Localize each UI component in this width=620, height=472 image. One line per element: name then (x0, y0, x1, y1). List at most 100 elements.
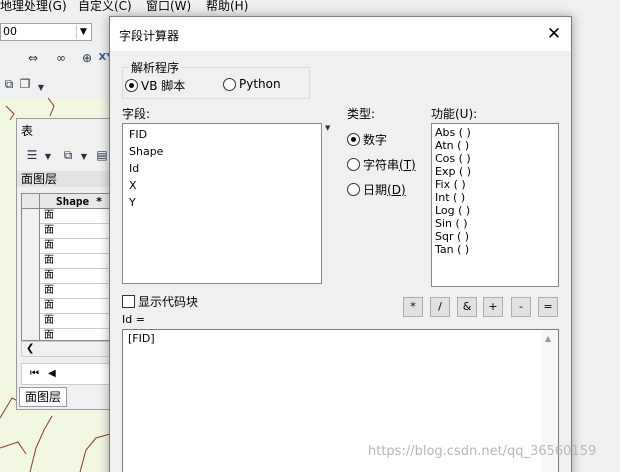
scale-value: 00 (3, 25, 17, 38)
table-row[interactable]: 面 (22, 254, 110, 269)
function-item-atn[interactable]: Atn ( ) (435, 139, 469, 152)
subtract-button[interactable]: - (511, 297, 531, 317)
layer-tab[interactable]: 面图层 (19, 387, 67, 407)
field-item-fid[interactable]: FID (129, 128, 147, 141)
table-row[interactable]: 面 (22, 284, 110, 299)
row-selector[interactable] (22, 254, 40, 269)
field-calculator-dialog: 字段计算器 ✕ 解析程序 VB 脚本 Python 字段: FID Shape … (109, 16, 572, 472)
expression-value: [FID] (128, 332, 155, 345)
table-panel-title: 表 (21, 124, 34, 138)
radio-selected-icon (125, 79, 138, 92)
table-layer-name: 面图层 (17, 171, 111, 187)
field-item-x[interactable]: X (129, 179, 137, 192)
table-row[interactable]: 面 (22, 314, 110, 329)
parser-python-radio[interactable]: Python (223, 77, 281, 91)
fields-label: 字段: (122, 107, 151, 121)
row-shape-value: 面 (44, 210, 54, 221)
type-label: 类型: (347, 107, 376, 121)
dialog-title: 字段计算器 (119, 29, 180, 43)
multiply-button[interactable]: * (403, 297, 423, 317)
row-selector[interactable] (22, 299, 40, 314)
radio-selected-icon (347, 133, 360, 146)
first-record-icon[interactable]: ⏮ (30, 364, 39, 384)
expression-label: Id = (122, 313, 145, 326)
type-string-radio[interactable]: 字符串 (T) (347, 156, 416, 173)
row-selector[interactable] (22, 284, 40, 299)
parser-vbscript-radio[interactable]: VB 脚本 (125, 77, 185, 94)
dialog-titlebar[interactable]: 字段计算器 ✕ (110, 17, 571, 51)
scale-combobox[interactable]: 00 ▼ (0, 23, 92, 41)
toolbar-dropdown-icon[interactable]: ▼ (32, 80, 50, 96)
type-string-label: 字符串 (363, 158, 400, 172)
chevron-down-icon[interactable]: ▼ (39, 149, 57, 165)
row-selector[interactable] (22, 224, 40, 239)
chevron-down-icon[interactable]: ▼ (75, 149, 93, 165)
scroll-left-icon[interactable]: ❮ (26, 343, 34, 354)
row-selector[interactable] (22, 314, 40, 329)
function-item-cos[interactable]: Cos ( ) (435, 152, 471, 165)
attribute-grid[interactable]: Shape * 面 面 面 面 面 面 面 面 面 (21, 193, 111, 341)
chevron-down-icon: ▼ (76, 25, 90, 39)
add-button[interactable]: + (483, 297, 503, 317)
attribute-table-panel: 表 ☰ ▼ ⧉ ▼ ▤ 面图层 Shape * 面 面 面 面 面 面 面 面 … (16, 118, 111, 410)
equals-button[interactable]: = (538, 297, 558, 317)
table-row[interactable]: 面 (22, 239, 110, 254)
close-icon[interactable]: ✕ (543, 23, 565, 45)
grid-header: Shape * (22, 194, 110, 209)
radio-unselected-icon (347, 183, 360, 196)
divide-button[interactable]: / (430, 297, 450, 317)
select-tool-icon[interactable]: ⊕ (78, 50, 96, 66)
row-selector[interactable] (22, 209, 40, 224)
table-row[interactable]: 面 (22, 269, 110, 284)
function-item-abs[interactable]: Abs ( ) (435, 126, 471, 139)
functions-label: 功能(U): (431, 107, 478, 121)
type-number-label: 数字 (363, 133, 388, 147)
function-item-int[interactable]: Int ( ) (435, 191, 465, 204)
row-shape-value: 面 (44, 255, 54, 266)
function-item-sqr[interactable]: Sqr ( ) (435, 230, 469, 243)
table-row[interactable]: 面 (22, 299, 110, 314)
row-shape-value: 面 (44, 285, 54, 296)
concatenate-button[interactable]: & (457, 297, 477, 317)
binoculars-icon[interactable]: ∞ (52, 50, 70, 66)
function-item-sin[interactable]: Sin ( ) (435, 217, 468, 230)
row-selector[interactable] (22, 239, 40, 254)
type-date-radio[interactable]: 日期 (D) (347, 181, 406, 198)
grid-tool-icon[interactable]: ⇔ (24, 50, 42, 66)
field-item-id[interactable]: Id (129, 162, 139, 175)
fields-listbox[interactable]: FID Shape Id X Y (122, 123, 322, 284)
parser-label: 解析程序 (129, 59, 182, 76)
parser-vbscript-label: VB 脚本 (141, 79, 186, 93)
row-selector[interactable] (22, 269, 40, 284)
horizontal-scrollbar[interactable]: ❮ (21, 341, 111, 357)
function-item-log[interactable]: Log ( ) (435, 204, 470, 217)
type-number-radio[interactable]: 数字 (347, 131, 387, 148)
function-item-exp[interactable]: Exp ( ) (435, 165, 471, 178)
table-row[interactable]: 面 (22, 209, 110, 224)
menu-customize[interactable]: 自定义(C) (78, 0, 132, 13)
fields-dropdown-icon[interactable]: ▼ (325, 124, 330, 132)
menu-help[interactable]: 帮助(H) (206, 0, 248, 13)
menu-window[interactable]: 窗口(W) (146, 0, 191, 13)
field-item-shape[interactable]: Shape (129, 145, 163, 158)
shape-column-header[interactable]: Shape * (42, 194, 102, 209)
table-row[interactable]: 面 (22, 224, 110, 239)
functions-listbox[interactable]: Abs ( ) Atn ( ) Cos ( ) Exp ( ) Fix ( ) … (431, 123, 559, 287)
parser-python-label: Python (239, 77, 281, 91)
show-codeblock-checkbox[interactable]: 显示代码块 (122, 293, 198, 310)
row-shape-value: 面 (44, 315, 54, 326)
table-row[interactable]: 面 (22, 329, 110, 340)
menu-geoprocessing[interactable]: 地理处理(G) (0, 0, 67, 13)
radio-unselected-icon (347, 158, 360, 171)
table-toolbar: ☰ ▼ ⧉ ▼ ▤ (21, 145, 111, 165)
row-selector[interactable] (22, 329, 40, 340)
type-string-accel: (T) (399, 157, 416, 172)
show-codeblock-label: 显示代码块 (138, 295, 199, 309)
function-item-tan[interactable]: Tan ( ) (435, 243, 469, 256)
function-item-fix[interactable]: Fix ( ) (435, 178, 466, 191)
field-item-y[interactable]: Y (129, 196, 136, 209)
scroll-up-icon[interactable]: ▲ (545, 334, 551, 343)
checkbox-unchecked-icon (122, 295, 135, 308)
previous-record-icon[interactable]: ◀ (48, 364, 56, 384)
grid-corner[interactable] (22, 194, 40, 209)
